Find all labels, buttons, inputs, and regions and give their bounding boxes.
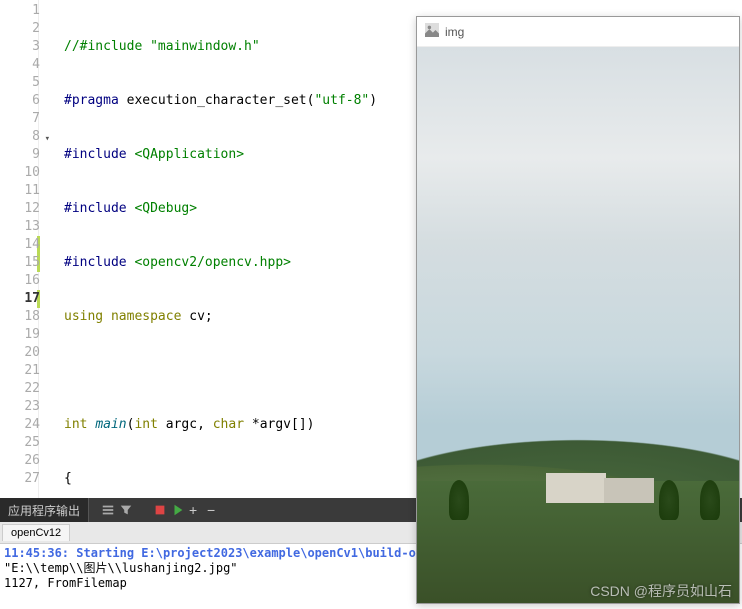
watermark: CSDN @程序员如山石 bbox=[590, 581, 732, 601]
image-window-title: img bbox=[445, 25, 464, 39]
filter-icon[interactable] bbox=[119, 503, 133, 517]
output-panel-title: 应用程序输出 bbox=[0, 498, 89, 522]
output-tab[interactable]: openCv12 bbox=[2, 524, 70, 541]
line-gutter: 1 2 3 4 5 6 7 8▾ 9 10 11 12 13 14 15 16 … bbox=[0, 0, 48, 498]
app-icon bbox=[425, 23, 439, 40]
settings-icon[interactable] bbox=[101, 503, 115, 517]
add-icon[interactable]: + bbox=[189, 503, 203, 517]
image-content bbox=[417, 47, 739, 603]
run-icon[interactable] bbox=[171, 503, 185, 517]
image-window-titlebar[interactable]: img bbox=[417, 17, 739, 47]
image-window[interactable]: img bbox=[416, 16, 740, 604]
stop-icon[interactable] bbox=[153, 503, 167, 517]
fold-icon[interactable]: ▾ bbox=[45, 130, 50, 148]
remove-icon[interactable]: − bbox=[207, 503, 221, 517]
